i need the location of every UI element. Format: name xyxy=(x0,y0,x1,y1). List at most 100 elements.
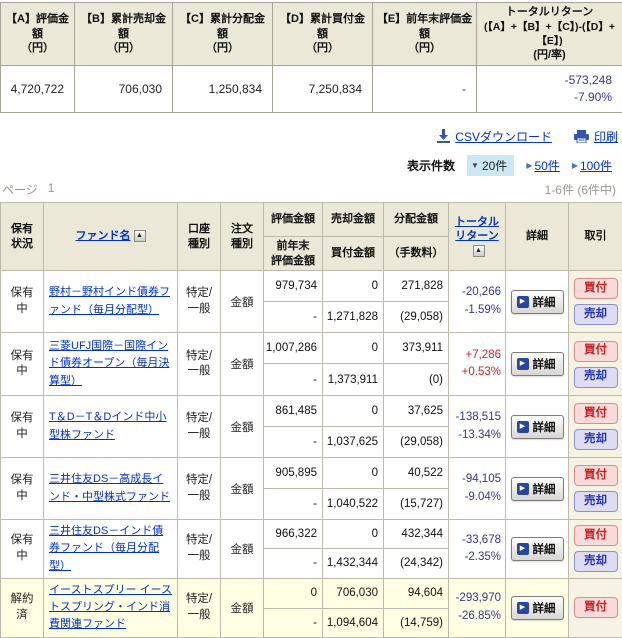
current-page: 1 xyxy=(48,181,55,198)
detail-button[interactable]: ▶詳細 xyxy=(511,290,564,314)
summary-valuation-value: 4,720,722 xyxy=(1,66,75,113)
table-row: 保有中 三井住友DS－高成長インド・中型株式ファンド 特定/一般 金額 905,… xyxy=(1,458,622,489)
total-return-rate: -7.90% xyxy=(477,89,612,106)
col-header-buy: 買付金額 xyxy=(323,237,384,271)
buy-button[interactable]: 買付 xyxy=(574,341,618,362)
table-row: 保有中 三菱UFJ国際－国際インド債券オープン（毎月決算型） 特定/一般 金額 … xyxy=(1,333,622,364)
distribution-amount: 40,522 xyxy=(384,458,449,489)
account-type: 特定/一般 xyxy=(178,271,221,333)
sell-amount: 0 xyxy=(323,271,384,302)
summary-prev-year-valuation-value: - xyxy=(373,66,477,113)
detail-button[interactable]: ▶詳細 xyxy=(511,596,564,620)
detail-arrow-icon: ▶ xyxy=(517,421,529,433)
prev-year-valuation: - xyxy=(264,489,323,520)
detail-arrow-icon: ▶ xyxy=(517,483,529,495)
csv-download-link[interactable]: CSVダウンロード xyxy=(455,128,552,145)
display-count-20[interactable]: ▼20件 xyxy=(467,155,514,176)
sell-button[interactable]: 売却 xyxy=(574,491,618,512)
buy-button[interactable]: 買付 xyxy=(574,403,618,424)
col-header-order: 注文種別 xyxy=(221,203,264,271)
fund-name-link[interactable]: 三井住友DS－インド債券ファンド（毎月分配型） xyxy=(49,525,163,572)
detail-button[interactable]: ▶詳細 xyxy=(511,537,564,561)
pagination-bar: ページ 1 1-6件 (6件中) xyxy=(2,181,616,198)
detail-button[interactable]: ▶詳細 xyxy=(511,415,564,439)
fee-amount: (29,058) xyxy=(384,302,449,333)
order-type: 金額 xyxy=(221,396,264,458)
prev-year-valuation: - xyxy=(264,427,323,458)
account-type: 特定/一般 xyxy=(178,333,221,396)
display-count-100[interactable]: ▶100件 xyxy=(572,157,612,174)
fund-name-cell: 三井住友DS－高成長インド・中型株式ファンド xyxy=(44,458,178,520)
total-return-cell: +7,286+0.53% xyxy=(449,333,506,396)
sell-button[interactable]: 売却 xyxy=(574,429,618,450)
detail-button[interactable]: ▶詳細 xyxy=(511,477,564,501)
fee-amount: (24,342) xyxy=(384,548,449,578)
detail-cell: ▶詳細 xyxy=(506,396,569,458)
detail-cell: ▶詳細 xyxy=(506,333,569,396)
total-return-cell: -94,105-9.04% xyxy=(449,458,506,520)
sort-icon[interactable]: ▲ xyxy=(134,230,146,242)
order-type: 金額 xyxy=(221,520,264,579)
return-sort-link[interactable]: トータルリターン xyxy=(451,215,503,244)
sort-icon[interactable]: ▲ xyxy=(473,245,485,257)
holding-status: 保有中 xyxy=(1,333,44,396)
print-link[interactable]: 印刷 xyxy=(594,128,618,145)
holding-status: 保有中 xyxy=(1,271,44,333)
fund-name-cell: 三菱UFJ国際－国際インド債券オープン（毎月決算型） xyxy=(44,333,178,396)
sell-button[interactable]: 売却 xyxy=(574,304,618,325)
table-row: 保有中 三井住友DS－インド債券ファンド（毎月分配型） 特定/一般 金額 966… xyxy=(1,520,622,549)
fund-name-link[interactable]: 三井住友DS－高成長インド・中型株式ファンド xyxy=(49,473,170,502)
col-header-account: 口座種別 xyxy=(178,203,221,271)
sell-button[interactable]: 売却 xyxy=(574,367,618,388)
fund-name-link[interactable]: 三菱UFJ国際－国際インド債券オープン（毎月決算型） xyxy=(49,340,169,387)
detail-cell: ▶詳細 xyxy=(506,578,569,637)
table-row: 解約済 イーストスプリー イーストスプリング・インド消費関連ファンド 特定/一般… xyxy=(1,578,622,608)
detail-button[interactable]: ▶詳細 xyxy=(511,352,564,376)
buy-button[interactable]: 買付 xyxy=(574,525,618,546)
triangle-right-icon: ▶ xyxy=(572,161,578,170)
holding-status: 解約済 xyxy=(1,578,44,637)
valuation-amount: 861,485 xyxy=(264,396,323,427)
account-type: 特定/一般 xyxy=(178,458,221,520)
table-row: 保有中 野村－野村インド債券ファンド（毎月分配型） 特定/一般 金額 979,7… xyxy=(1,271,622,302)
trade-cell: 買付売却 xyxy=(569,396,622,458)
fund-name-link[interactable]: T＆D－T＆Dインド中小型株ファンド xyxy=(49,411,166,440)
order-type: 金額 xyxy=(221,458,264,520)
holdings-table: 保有状況 ファンド名▲ 口座種別 注文種別 評価金額 売却金額 分配金額 トータ… xyxy=(0,202,622,638)
col-header-total-return: トータルリターン▲ xyxy=(449,203,506,271)
fee-amount: (0) xyxy=(384,364,449,396)
detail-arrow-icon: ▶ xyxy=(517,296,529,308)
summary-total-return-value: -573,248 -7.90% xyxy=(477,66,622,113)
result-range: 1-6件 (6件中) xyxy=(545,181,616,198)
summary-cumulative-buy-value: 7,250,834 xyxy=(273,66,373,113)
detail-arrow-icon: ▶ xyxy=(517,543,529,555)
print-icon xyxy=(574,130,589,143)
buy-button[interactable]: 買付 xyxy=(574,465,618,486)
summary-cumulative-distribution-value: 1,250,834 xyxy=(173,66,273,113)
display-count-label: 表示件数 xyxy=(407,157,455,174)
fund-sort-link[interactable]: ファンド名 xyxy=(76,230,131,242)
fund-name-link[interactable]: イーストスプリー イーストスプリング・インド消費関連ファンド xyxy=(49,584,172,631)
holding-status: 保有中 xyxy=(1,520,44,579)
buy-button[interactable]: 買付 xyxy=(574,597,618,618)
col-header-valuation: 評価金額 xyxy=(264,203,323,237)
col-header-detail: 詳細 xyxy=(506,203,569,271)
col-header-status: 保有状況 xyxy=(1,203,44,271)
buy-button[interactable]: 買付 xyxy=(574,278,618,299)
sell-amount: 706,030 xyxy=(323,578,384,608)
trade-cell: 買付売却 xyxy=(569,333,622,396)
valuation-amount: 0 xyxy=(264,578,323,608)
fund-name-link[interactable]: 野村－野村インド債券ファンド（毎月分配型） xyxy=(49,286,170,315)
fund-name-cell: T＆D－T＆Dインド中小型株ファンド xyxy=(44,396,178,458)
summary-header-valuation: 【A】評価金額（円） xyxy=(1,3,75,66)
csv-download-icon xyxy=(437,129,450,143)
prev-year-valuation: - xyxy=(264,364,323,396)
display-count-50[interactable]: ▶50件 xyxy=(526,157,560,174)
buy-amount: 1,094,604 xyxy=(323,608,384,637)
trade-cell: 買付売却 xyxy=(569,458,622,520)
distribution-amount: 373,911 xyxy=(384,333,449,364)
toolbar: CSVダウンロード 印刷 xyxy=(0,127,618,145)
page-label: ページ xyxy=(2,181,38,198)
sell-button[interactable]: 売却 xyxy=(574,551,618,572)
total-return-cell: -293,970-26.85% xyxy=(449,578,506,637)
